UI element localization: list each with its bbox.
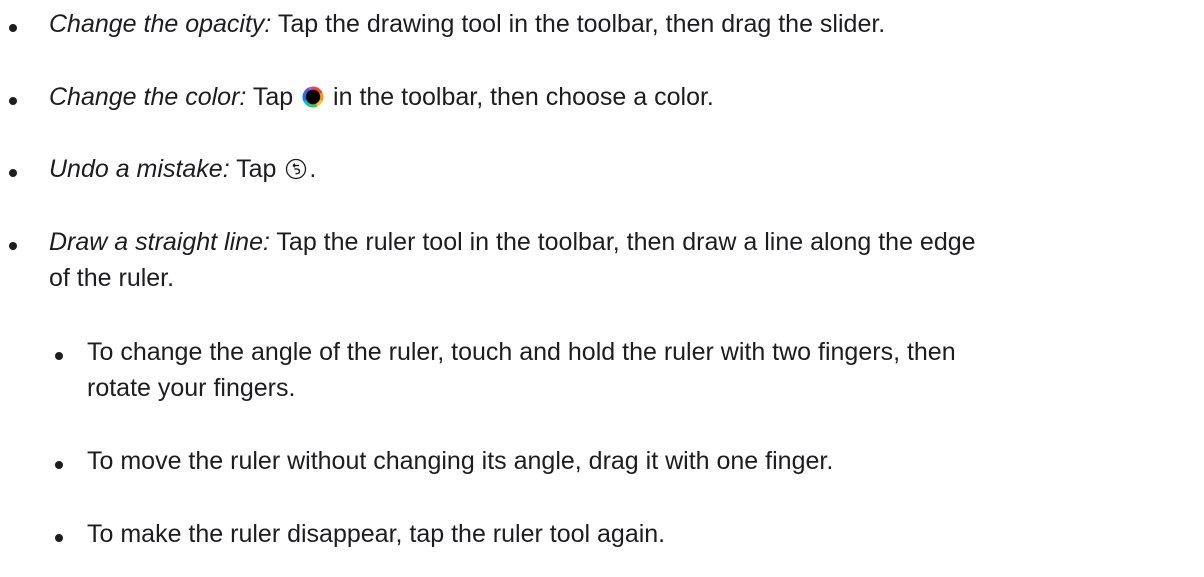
sublist-item-change-angle: To change the angle of the ruler, touch … [87,334,1197,370]
item-text: Tap [229,155,284,183]
list-bullet [9,242,17,250]
item-lead: Change the opacity: [49,10,272,38]
subitem-text: To move the ruler without changing its a… [87,447,834,475]
item-lead: Undo a mistake: [49,155,230,183]
color-wheel-icon [302,82,324,118]
list-bullet [9,24,17,32]
subitem-text: To change the angle of the ruler, touch … [87,338,956,366]
sublist-item-hide-ruler: To make the ruler disappear, tap the rul… [87,516,1197,552]
item-text: Tap the drawing tool in the toolbar, the… [271,10,886,38]
item-lead: Draw a straight line: [49,228,270,256]
list-item-undo: Undo a mistake: Tap . [49,151,1199,190]
sublist-item-change-angle-cont: rotate your fingers. [87,370,295,406]
item-text: of the ruler. [49,264,175,292]
item-text: . [309,155,317,183]
list-bullet [9,169,17,177]
list-bullet [9,97,17,105]
item-lead: Change the color: [49,83,247,111]
subitem-text: rotate your fingers. [87,374,296,402]
list-item-change-color: Change the color: Tap in the toolbar, th… [49,79,1199,118]
item-text: Tap the ruler tool in the toolbar, then … [269,228,976,256]
item-text: in the toolbar, then choose a color. [326,83,714,111]
item-text: Tap [246,83,301,111]
list-item-straight-line: Draw a straight line: Tap the ruler tool… [49,224,1199,260]
sublist-bullet [55,352,63,360]
list-item-change-opacity: Change the opacity: Tap the drawing tool… [49,6,1199,42]
undo-icon [285,154,307,190]
sublist-item-move-ruler: To move the ruler without changing its a… [87,443,1197,479]
subitem-text: To make the ruler disappear, tap the rul… [87,520,666,548]
instruction-list: Change the opacity: Tap the drawing tool… [0,0,1204,577]
sublist-bullet [55,534,63,542]
sublist-bullet [55,461,63,469]
list-item-straight-line-cont: of the ruler. [49,260,174,296]
